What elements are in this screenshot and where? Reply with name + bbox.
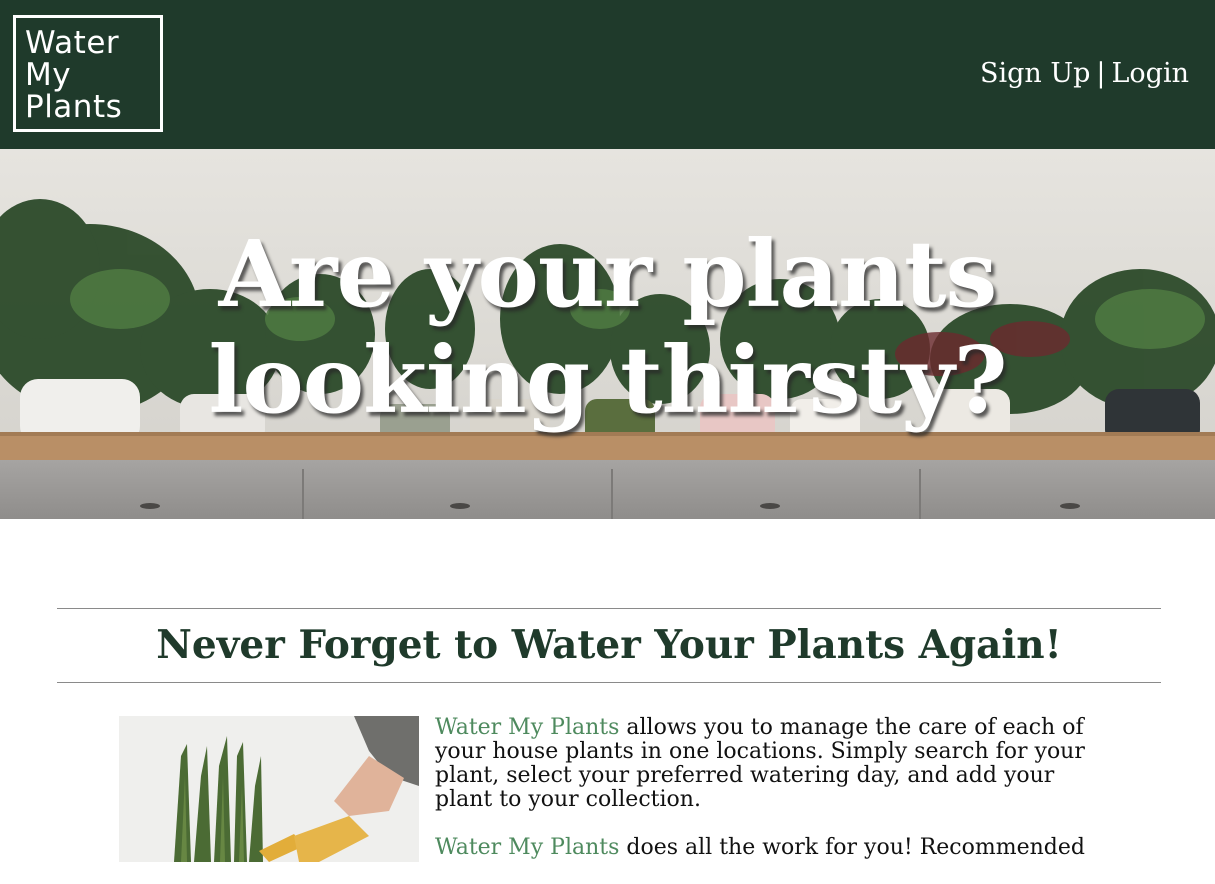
section-divider-top (57, 608, 1161, 609)
section-title: Never Forget to Water Your Plants Again! (156, 622, 1062, 668)
intro-text: Water My Plants allows you to manage the… (435, 716, 1085, 884)
section-divider-bottom (57, 682, 1161, 683)
logo[interactable]: Water My Plants (13, 15, 163, 132)
brand-link[interactable]: Water My Plants (435, 835, 619, 860)
site-header: Water My Plants Sign Up | Login (0, 0, 1215, 149)
snake-plant-photo (119, 716, 419, 862)
signup-link[interactable]: Sign Up (980, 58, 1090, 89)
intro-paragraph-1: Water My Plants allows you to manage the… (435, 716, 1085, 812)
logo-line-water: Water (25, 25, 120, 61)
nav-separator: | (1096, 58, 1106, 89)
hero-title: Are your plants looking thirsty? (0, 221, 1215, 433)
login-link[interactable]: Login (1112, 58, 1190, 89)
intro-paragraph-2: Water My Plants does all the work for yo… (435, 836, 1085, 860)
hero-banner: Are your plants looking thirsty? (0, 149, 1215, 519)
logo-line-plants: Plants (25, 89, 123, 125)
logo-line-my: My (25, 57, 72, 93)
paragraph-text: does all the work for you! Recommended (619, 835, 1085, 860)
auth-nav: Sign Up | Login (980, 58, 1189, 90)
brand-link[interactable]: Water My Plants (435, 715, 619, 740)
hero-title-line-2: looking thirsty? (208, 326, 1007, 434)
hero-title-line-1: Are your plants (218, 220, 998, 328)
